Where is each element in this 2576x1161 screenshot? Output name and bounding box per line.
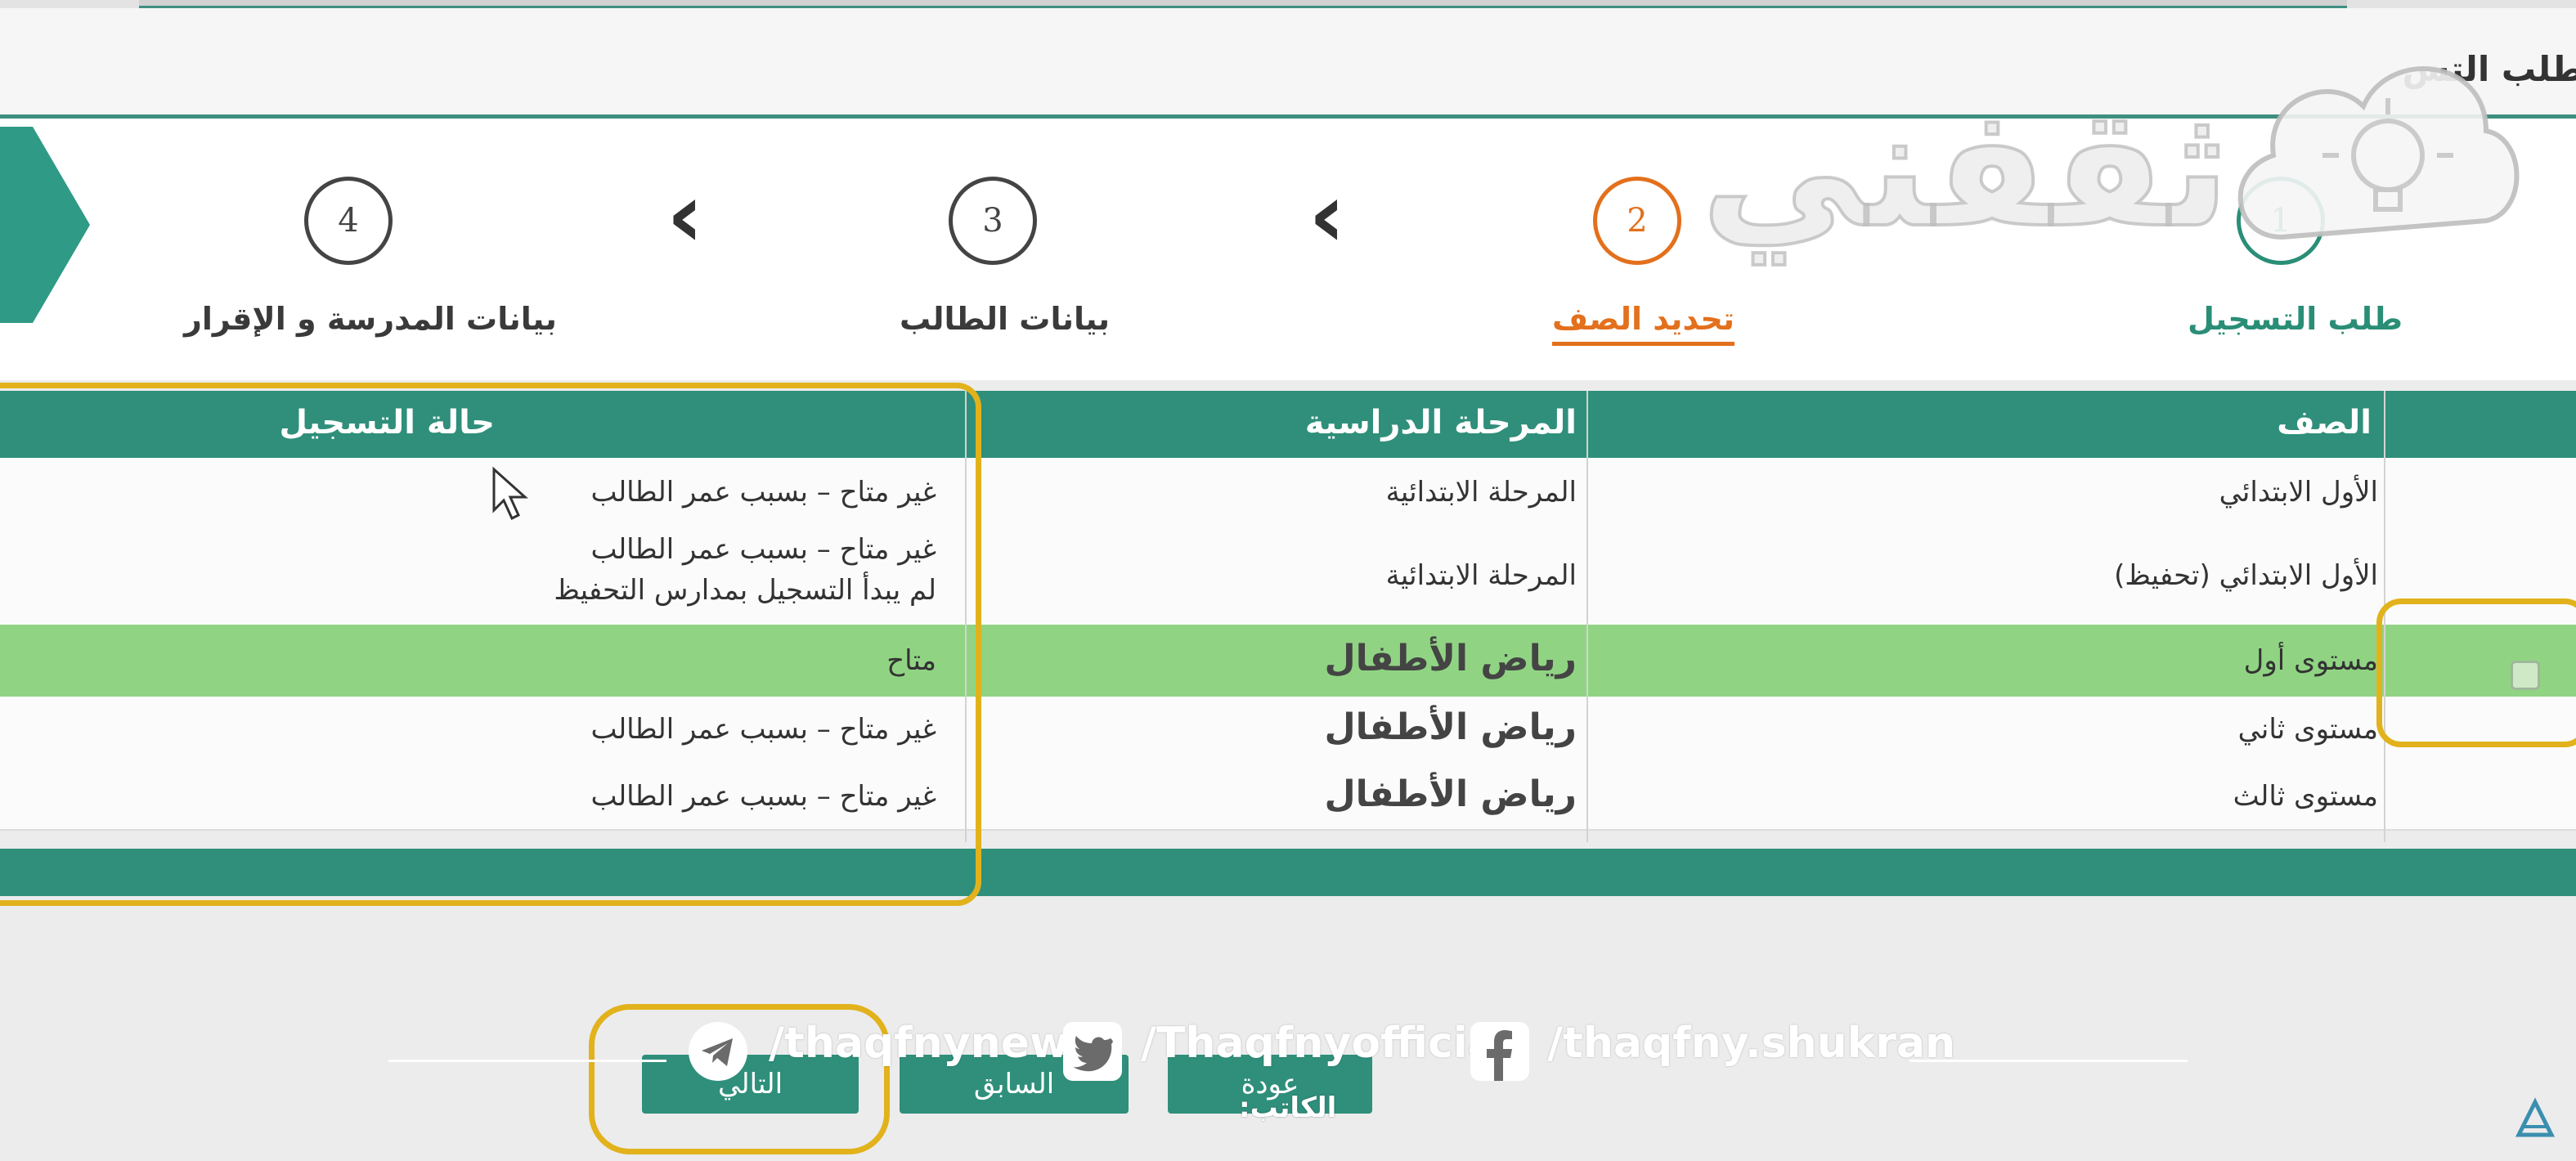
step-1-circle: 1 — [2237, 177, 2325, 265]
cell-stage: المرحلة الابتدائية — [1385, 476, 1577, 509]
highlight-checkbox — [2376, 598, 2576, 747]
top-strip — [0, 0, 2576, 8]
cell-grade: الأول الابتدائي — [2219, 476, 2378, 509]
header-grade: الصف — [2277, 404, 2372, 442]
step-2-circle: 2 — [1593, 177, 1681, 265]
facebook-icon — [1470, 1022, 1529, 1081]
twitter-handle[interactable]: /Thaqfnyofficial — [1141, 1019, 1511, 1068]
divider-line — [388, 1060, 666, 1062]
cell-stage: المرحلة الابتدائية — [1385, 559, 1577, 592]
step-2-label: تحديد الصف — [1552, 301, 1735, 346]
mouse-cursor-icon — [492, 466, 528, 521]
cell-grade: مستوى ثاني — [2237, 713, 2378, 746]
channel-logo-icon — [2515, 1097, 2556, 1137]
facebook-handle[interactable]: /thaqfny.shukran — [1547, 1019, 1955, 1068]
step-3-circle: 3 — [949, 177, 1037, 265]
social-overlay: /thaqfnynews /Thaqfnyofficial /thaqfny.s… — [0, 1006, 2576, 1096]
cell-grade: الأول الابتدائي (تحفيظ) — [2114, 559, 2378, 592]
step-4-circle: 4 — [304, 177, 393, 265]
step-3-label: بيانات الطالب — [900, 301, 1111, 337]
chevron-left-icon: ‹ — [1308, 163, 1346, 267]
step-4-label: بيانات المدرسة و الإقرار — [184, 301, 557, 337]
page-title: طلب التس — [2402, 49, 2576, 89]
page-header: طلب التس — [0, 8, 2576, 119]
column-divider — [1586, 391, 1588, 842]
cell-grade: مستوى ثالث — [2233, 780, 2378, 813]
header-stage: المرحلة الدراسية — [1304, 404, 1577, 442]
wizard-arrow-icon — [0, 127, 90, 323]
author-label: الكاتب: — [1239, 1092, 1337, 1124]
wizard-steps — [0, 119, 2576, 380]
cell-stage: رياض الأطفال — [1324, 638, 1577, 679]
cell-stage: رياض الأطفال — [1324, 706, 1577, 748]
divider-line — [1910, 1060, 2188, 1062]
step-1-label: طلب التسجيل — [2188, 301, 2403, 337]
cell-grade: مستوى أول — [2243, 644, 2378, 677]
twitter-icon — [1063, 1022, 1122, 1081]
telegram-handle[interactable]: /thaqfnynews — [769, 1019, 1094, 1068]
telegram-icon — [689, 1022, 747, 1081]
cell-stage: رياض الأطفال — [1324, 773, 1577, 815]
highlight-status-column — [0, 383, 981, 906]
chevron-left-icon: ‹ — [666, 163, 704, 267]
